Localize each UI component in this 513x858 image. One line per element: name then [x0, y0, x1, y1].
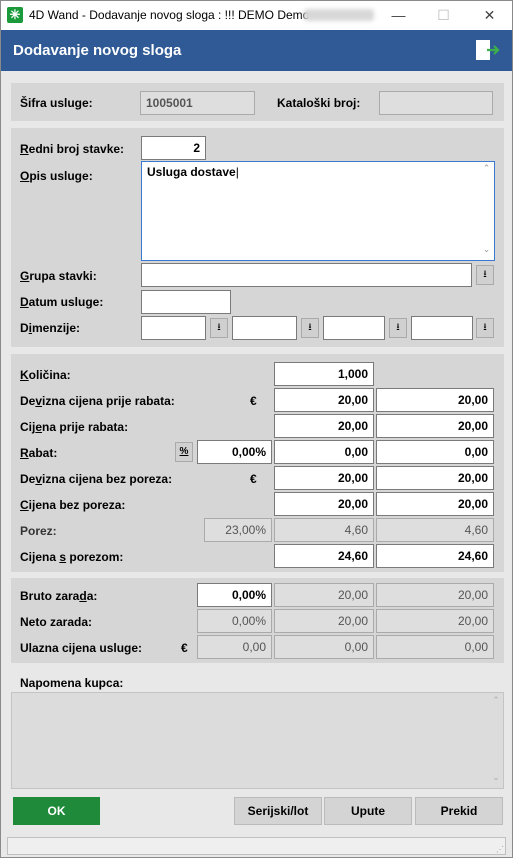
title-bar: ✳ 4D Wand - Dodavanje novog sloga : !!! …: [1, 1, 512, 30]
dimenzija-3-dropdown-icon[interactable]: ⭳: [389, 318, 407, 338]
rabat-input-2[interactable]: 0,00: [376, 440, 494, 464]
opis-scrollbar[interactable]: ⌃ ⌄: [480, 163, 493, 259]
napomena-label: Napomena kupca:: [20, 676, 124, 690]
rabat-label: Rabat:: [20, 446, 58, 460]
ok-button[interactable]: OK: [13, 797, 100, 825]
prices-panel: Količina: 1,000 Devizna cijena prije rab…: [11, 354, 504, 572]
porez-field-2: 4,60: [376, 518, 494, 542]
status-bar: [7, 837, 506, 855]
close-button[interactable]: ✕: [467, 1, 512, 30]
datum-input[interactable]: [141, 290, 231, 314]
opis-label: Opis usluge:: [20, 169, 93, 183]
napomena-scrollbar[interactable]: ⌃ ⌄: [490, 695, 502, 786]
dimenzija-1-input[interactable]: [141, 316, 206, 340]
details-panel: Redni broj stavke: 2 Opis usluge: Usluga…: [11, 128, 504, 347]
page-title: Dodavanje novog sloga: [13, 42, 182, 59]
napomena-textarea[interactable]: ⌃ ⌄: [11, 692, 504, 789]
ulazna-field-1: 0,00: [197, 635, 272, 659]
exit-icon[interactable]: [474, 39, 500, 61]
cijena-s-input-1[interactable]: 24,60: [274, 544, 374, 568]
code-panel: Šifra usluge: 1005001 Kataloški broj:: [11, 83, 504, 121]
dimenzija-2-dropdown-icon[interactable]: ⭳: [301, 318, 319, 338]
dialog-header: Dodavanje novog sloga: [1, 30, 512, 71]
cijena-s-label: Cijena s porezom:: [20, 550, 124, 564]
opis-text: Usluga dostave: [147, 165, 236, 179]
porez-percent-field: 23,00%: [204, 518, 272, 542]
bruto-field-1: 20,00: [274, 583, 374, 607]
cijena-bez-input-2[interactable]: 20,00: [376, 492, 494, 516]
dimenzija-1-dropdown-icon[interactable]: ⭳: [210, 318, 228, 338]
blurred-user-name: [304, 9, 374, 21]
devizna-bez-label: Devizna cijena bez poreza:: [20, 472, 173, 486]
cijena-bez-input-1[interactable]: 20,00: [274, 492, 374, 516]
ulazna-field-3: 0,00: [376, 635, 494, 659]
devizna-input-1[interactable]: 20,00: [274, 388, 374, 412]
grupa-label: Grupa stavki:: [20, 269, 97, 283]
sifra-label: Šifra usluge:: [20, 96, 93, 110]
bruto-label: Bruto zarada:: [20, 589, 98, 603]
app-icon: ✳: [7, 7, 23, 23]
dimenzija-2-input[interactable]: [232, 316, 297, 340]
devizna-bez-input-1[interactable]: 20,00: [274, 466, 374, 490]
cijena-s-input-2[interactable]: 24,60: [376, 544, 494, 568]
dimenzija-4-dropdown-icon[interactable]: ⭳: [476, 318, 494, 338]
opis-textarea[interactable]: Usluga dostave|: [141, 161, 495, 261]
devizna-currency: €: [250, 394, 257, 408]
scroll-down-icon[interactable]: ⌄: [480, 244, 493, 255]
resize-grip-icon[interactable]: ⋰: [496, 845, 506, 855]
neto-field-1: 20,00: [274, 609, 374, 633]
redni-input[interactable]: 2: [141, 136, 206, 160]
dimenzije-label: Dimenzije:: [20, 321, 81, 335]
maximize-button[interactable]: ☐: [421, 1, 466, 30]
upute-button[interactable]: Upute: [324, 797, 412, 825]
bruto-percent-input[interactable]: 0,00%: [197, 583, 272, 607]
devizna-input-2[interactable]: 20,00: [376, 388, 494, 412]
cijena-label: Cijena prije rabata:: [20, 420, 129, 434]
rabat-percent-input[interactable]: 0,00%: [197, 440, 272, 464]
scroll-down-icon[interactable]: ⌄: [490, 772, 502, 783]
devizna-label: Devizna cijena prije rabata:: [20, 394, 175, 408]
grupa-input[interactable]: [141, 263, 472, 287]
dimenzija-4-input[interactable]: [411, 316, 473, 340]
rabat-percent-button[interactable]: %: [175, 442, 193, 462]
margins-panel: Bruto zarada: 0,00% 20,00 20,00 Neto zar…: [11, 578, 504, 663]
cijena-input-1[interactable]: 20,00: [274, 414, 374, 438]
grupa-dropdown-icon[interactable]: ⭳: [476, 265, 494, 285]
minimize-button[interactable]: —: [376, 1, 421, 30]
dialog-window: ✳ 4D Wand - Dodavanje novog sloga : !!! …: [0, 0, 513, 858]
redni-label: Redni broj stavke:: [20, 142, 125, 156]
kolicina-label: Količina:: [20, 368, 71, 382]
rabat-input-1[interactable]: 0,00: [274, 440, 374, 464]
devizna-bez-input-2[interactable]: 20,00: [376, 466, 494, 490]
neto-label: Neto zarada:: [20, 615, 93, 629]
scroll-up-icon[interactable]: ⌃: [490, 695, 502, 706]
dimenzija-3-input[interactable]: [323, 316, 385, 340]
cijena-bez-label: Cijena bez poreza:: [20, 498, 126, 512]
serijski-lot-button[interactable]: Serijski/lot: [234, 797, 322, 825]
porez-field-1: 4,60: [274, 518, 374, 542]
scroll-up-icon[interactable]: ⌃: [480, 163, 493, 174]
datum-label: Datum usluge:: [20, 295, 104, 309]
prekid-button[interactable]: Prekid: [415, 797, 503, 825]
window-title: 4D Wand - Dodavanje novog sloga : !!! DE…: [29, 8, 310, 22]
porez-label: Porez:: [20, 524, 57, 538]
ulazna-label: Ulazna cijena usluge:: [20, 641, 143, 655]
katalog-field: [379, 91, 493, 115]
devizna-bez-currency: €: [250, 472, 257, 486]
katalog-label: Kataloški broj:: [277, 96, 361, 110]
ulazna-currency: €: [181, 641, 188, 655]
cijena-input-2[interactable]: 20,00: [376, 414, 494, 438]
neto-percent-field: 0,00%: [197, 609, 272, 633]
neto-field-2: 20,00: [376, 609, 494, 633]
sifra-field: 1005001: [140, 91, 255, 115]
ulazna-field-2: 0,00: [274, 635, 374, 659]
bruto-field-2: 20,00: [376, 583, 494, 607]
kolicina-input[interactable]: 1,000: [274, 362, 374, 386]
